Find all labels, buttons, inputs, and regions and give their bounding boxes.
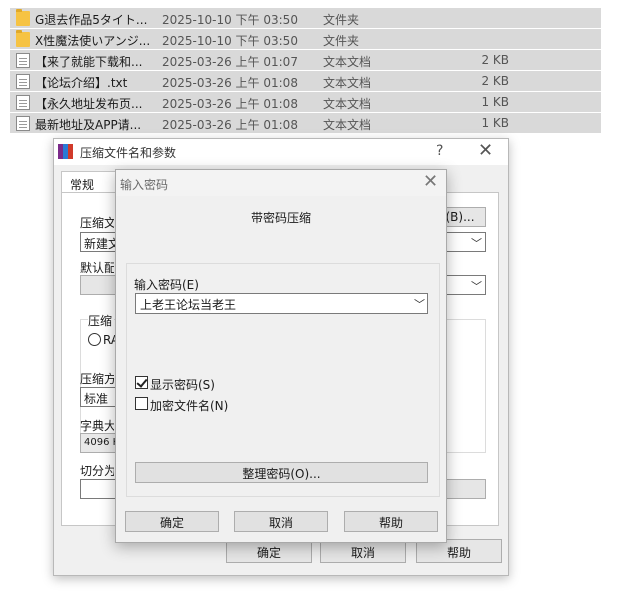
compression-method-label: 压缩方 — [80, 372, 114, 386]
back-help-label: 帮助 — [446, 546, 471, 560]
default-profile-label: 默认配 — [80, 261, 114, 275]
file-date: 2025-10-10 下午 03:50 — [162, 34, 298, 48]
file-date: 2025-03-26 上午 01:08 — [162, 76, 298, 90]
folder-icon — [16, 30, 30, 47]
dialog-title: 输入密码 — [120, 178, 169, 192]
password-input[interactable]: 上老王论坛当老王 ﹀ — [135, 293, 428, 314]
password-label: 输入密码(E) — [134, 278, 199, 292]
file-list: G退去作品5タイト... 2025-10-10 下午 03:50 文件夹 X性魔… — [10, 8, 601, 134]
password-value: 上老王论坛当老王 — [140, 298, 237, 312]
ok-label: 确定 — [159, 516, 184, 530]
winrar-icon — [58, 144, 74, 159]
back-ok-label: 确定 — [256, 546, 281, 560]
text-file-icon — [16, 95, 30, 110]
file-row[interactable]: 【来了就能下载和... 2025-03-26 上午 01:07 文本文档 2 K… — [10, 50, 601, 71]
window-title: 压缩文件名和参数 — [80, 146, 177, 160]
file-date: 2025-03-26 上午 01:07 — [162, 55, 298, 69]
help-icon[interactable]: ? — [436, 143, 443, 159]
dialog-titlebar[interactable]: 输入密码 ✕ — [116, 170, 446, 196]
file-type: 文件夹 — [323, 34, 360, 48]
file-name: 【论坛介绍】.txt — [35, 76, 128, 90]
dictionary-size-value: 4096 K — [84, 437, 120, 448]
file-name: X性魔法使いアンジ... — [35, 34, 151, 48]
file-type: 文件夹 — [323, 13, 360, 27]
show-password-label: 显示密码(S) — [150, 378, 215, 392]
folder-icon — [16, 9, 30, 26]
file-date: 2025-03-26 上午 01:08 — [162, 97, 298, 111]
chevron-down-icon: ﹀ — [471, 280, 482, 293]
compression-method-value: 标准 — [84, 392, 109, 406]
file-type: 文本文档 — [323, 118, 372, 132]
text-file-icon — [16, 116, 30, 131]
file-row[interactable]: G退去作品5タイト... 2025-10-10 下午 03:50 文件夹 — [10, 8, 601, 29]
organize-passwords-label: 整理密码(O)... — [242, 467, 321, 481]
close-icon[interactable]: ✕ — [423, 171, 438, 192]
organize-passwords-button[interactable]: 整理密码(O)... — [135, 462, 428, 483]
file-name: 最新地址及APP请... — [35, 118, 142, 132]
file-date: 2025-10-10 下午 03:50 — [162, 13, 298, 27]
dialog-heading: 带密码压缩 — [250, 211, 311, 225]
compression-method-combo[interactable]: 标准 — [80, 387, 116, 407]
file-row[interactable]: 最新地址及APP请... 2025-03-26 上午 01:08 文本文档 1 … — [10, 113, 601, 134]
tab-general[interactable]: 常规 — [61, 171, 117, 193]
file-size: 1 KB — [481, 116, 509, 130]
split-volumes-combo[interactable] — [80, 479, 116, 499]
file-size: 2 KB — [481, 53, 509, 67]
cancel-button[interactable]: 取消 — [234, 511, 328, 532]
browse-button-label: (B)... — [445, 210, 475, 224]
text-file-icon — [16, 74, 30, 89]
close-icon[interactable]: ✕ — [478, 140, 493, 161]
window-titlebar[interactable]: 压缩文件名和参数 ? ✕ — [54, 139, 508, 165]
file-name: G退去作品5タイト... — [35, 13, 148, 27]
split-volumes-label: 切分为 — [80, 464, 114, 478]
file-size: 1 KB — [481, 95, 509, 109]
archive-name-label: 压缩文 — [80, 216, 114, 230]
dictionary-size-label: 字典大 — [80, 419, 114, 433]
format-radio[interactable] — [88, 333, 101, 346]
file-row[interactable]: 【永久地址发布页... 2025-03-26 上午 01:08 文本文档 1 K… — [10, 92, 601, 113]
help-label: 帮助 — [378, 516, 403, 530]
encrypt-filenames-checkbox[interactable] — [135, 397, 148, 410]
file-date: 2025-03-26 上午 01:08 — [162, 118, 298, 132]
file-name: 【来了就能下载和... — [35, 55, 143, 69]
password-dialog: 输入密码 ✕ 带密码压缩 输入密码(E) 上老王论坛当老王 ﹀ 显示密码(S) … — [115, 169, 447, 543]
text-file-icon — [16, 53, 30, 68]
chevron-down-icon: ﹀ — [471, 237, 482, 250]
help-button[interactable]: 帮助 — [344, 511, 438, 532]
ok-button[interactable]: 确定 — [125, 511, 219, 532]
dictionary-size-combo[interactable]: 4096 K — [80, 433, 120, 453]
cancel-label: 取消 — [268, 516, 293, 530]
file-row[interactable]: X性魔法使いアンジ... 2025-10-10 下午 03:50 文件夹 — [10, 29, 601, 50]
file-name: 【永久地址发布页... — [35, 97, 143, 111]
chevron-down-icon[interactable]: ﹀ — [414, 296, 425, 312]
show-password-checkbox[interactable] — [135, 376, 148, 389]
file-size: 2 KB — [481, 74, 509, 88]
file-type: 文本文档 — [323, 97, 372, 111]
file-type: 文本文档 — [323, 76, 372, 90]
archive-format-label: 压缩 — [88, 312, 114, 329]
file-row[interactable]: 【论坛介绍】.txt 2025-03-26 上午 01:08 文本文档 2 KB — [10, 71, 601, 92]
profiles-button[interactable] — [80, 275, 116, 295]
back-cancel-label: 取消 — [350, 546, 375, 560]
encrypt-filenames-label: 加密文件名(N) — [150, 399, 229, 413]
file-type: 文本文档 — [323, 55, 372, 69]
